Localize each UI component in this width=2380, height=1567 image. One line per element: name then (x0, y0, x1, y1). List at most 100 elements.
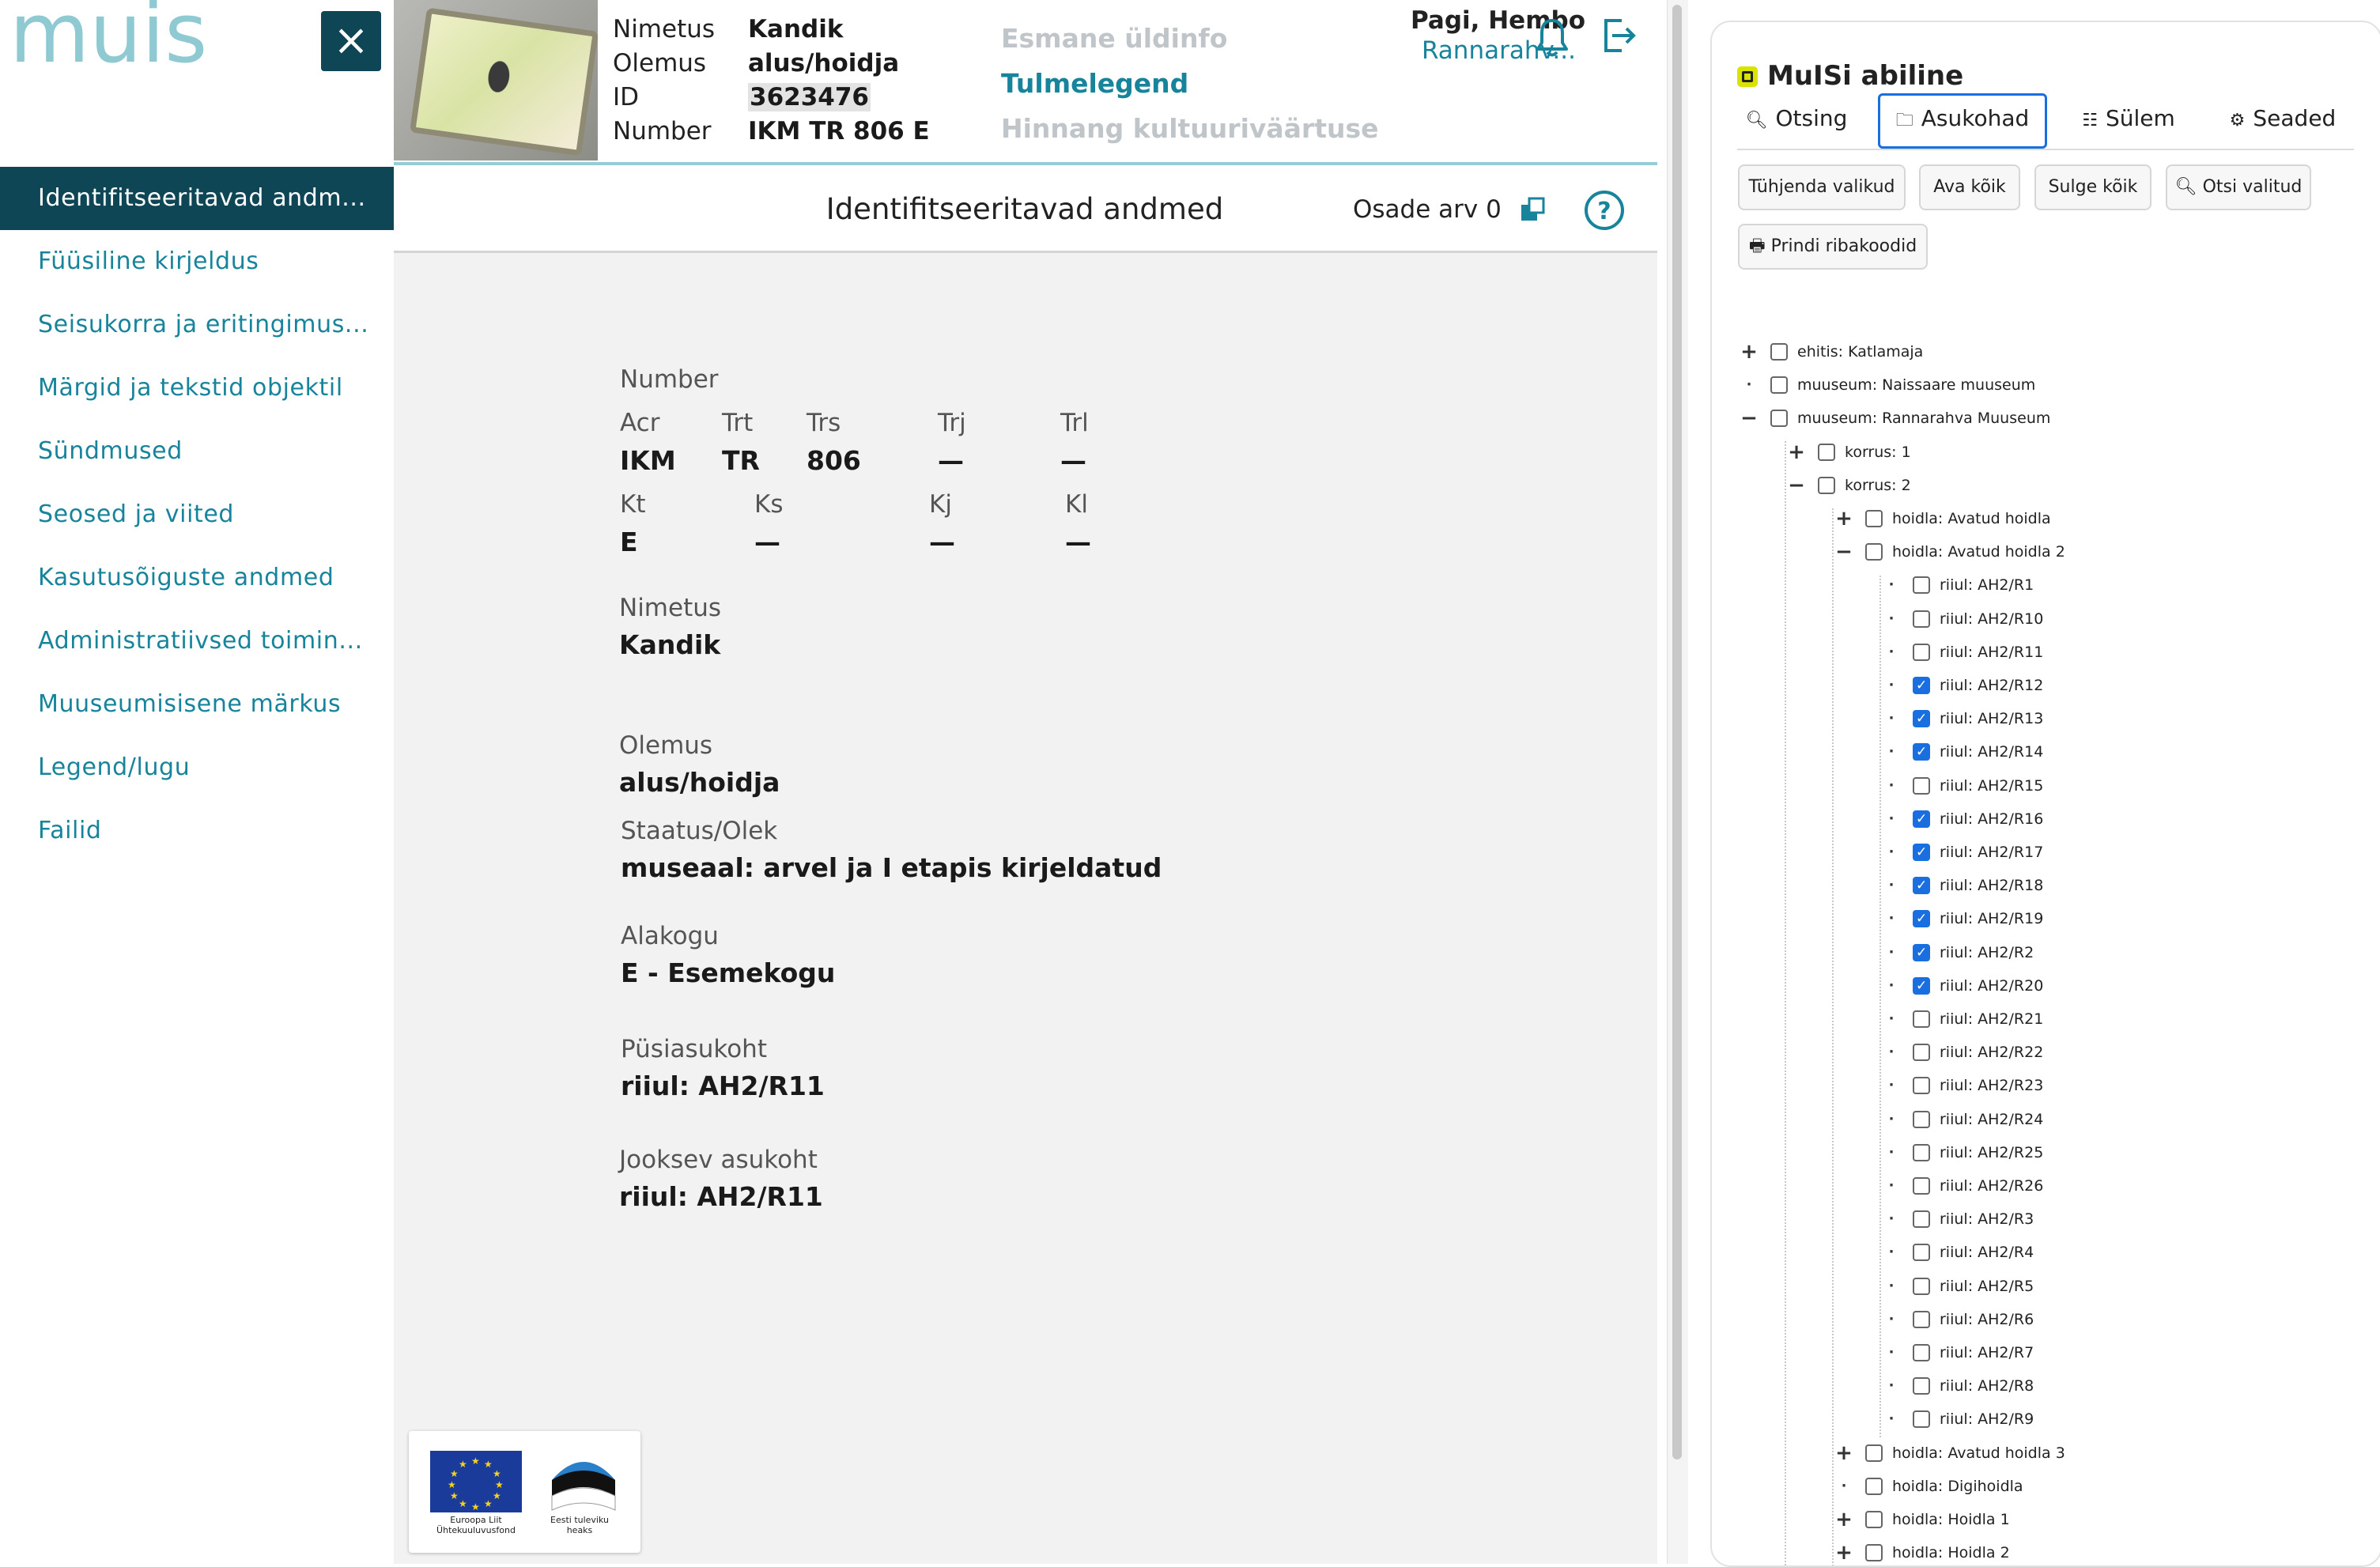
expand-icon[interactable]: + (1834, 502, 1854, 535)
sidebar-item-fuusiline[interactable]: Füüsiline kirjeldus (0, 230, 394, 293)
tree-checkbox[interactable] (1913, 576, 1930, 594)
tree-checkbox[interactable] (1913, 735, 1930, 768)
tree-checkbox[interactable] (1913, 1410, 1930, 1428)
number-label: Number (620, 365, 719, 394)
tab-sulem[interactable]: ☷ Sülem (2069, 93, 2188, 144)
tree-checkbox[interactable] (1913, 1278, 1930, 1295)
print-barcodes-button[interactable]: 🖶 Prindi ribakoodid (1738, 224, 1928, 270)
tree-checkbox[interactable] (1913, 936, 1930, 969)
magnifier-icon: 🔍︎ (2174, 177, 2197, 197)
tree-checkbox[interactable] (1913, 1077, 1930, 1094)
tree-checkbox[interactable] (1770, 343, 1788, 361)
collapse-icon[interactable]: − (1739, 402, 1759, 435)
tree-checkbox[interactable] (1865, 1444, 1883, 1462)
sidebar-item-markus[interactable]: Muuseumisisene märkus (0, 673, 394, 736)
sidebar-item-margid[interactable]: Märgid ja tekstid objektil (0, 357, 394, 420)
tree-checkbox[interactable] (1913, 1244, 1930, 1261)
sidebar-item-kasutusoigused[interactable]: Kasutusõiguste andmed (0, 546, 394, 610)
pusiasukoht-value: riiul: AH2/R11 (621, 1070, 825, 1101)
sidebar-item-seosed[interactable]: Seosed ja viited (0, 483, 394, 546)
expand-icon[interactable]: + (1786, 436, 1807, 469)
tree-checkbox[interactable] (1818, 477, 1835, 494)
tree-checkbox[interactable] (1865, 510, 1883, 527)
leaf-dot-icon: · (1888, 877, 1895, 893)
tree-checkbox[interactable] (1913, 1111, 1930, 1128)
tree-checkbox[interactable] (1913, 1044, 1930, 1061)
kl-value: — (1065, 527, 1091, 557)
tree-checkbox[interactable] (1865, 1544, 1883, 1561)
search-selected-button[interactable]: 🔍︎ Otsi valitud (2166, 164, 2311, 210)
tab-esmane-uldinfo[interactable]: Esmane üldinfo (1001, 16, 1379, 61)
tree-checkbox[interactable] (1818, 444, 1835, 461)
sidebar-item-legend[interactable]: Legend/lugu (0, 736, 394, 799)
tree-checkbox[interactable] (1913, 1210, 1930, 1228)
expand-icon[interactable]: + (1834, 1536, 1854, 1565)
tree-checkbox[interactable] (1913, 836, 1930, 869)
tab-hinnang[interactable]: Hinnang kultuuriväärtuse (1001, 106, 1379, 151)
bell-icon[interactable] (1535, 16, 1570, 59)
meta-values: Kandik alus/hoidja 3623476 IKM TR 806 E (748, 13, 930, 149)
tree-checkbox[interactable] (1913, 1010, 1930, 1028)
expand-icon[interactable]: + (1834, 1437, 1854, 1470)
tree-checkbox[interactable] (1865, 1478, 1883, 1495)
object-thumbnail[interactable] (394, 0, 598, 160)
tree-label: riiul: AH2/R17 (1940, 844, 2044, 861)
sidebar-item-sundmused[interactable]: Sündmused (0, 420, 394, 483)
parts-icon[interactable] (1520, 197, 1545, 222)
tree-checkbox[interactable] (1865, 1511, 1883, 1528)
tree-checkbox[interactable] (1913, 777, 1930, 795)
tab-otsing[interactable]: 🔍︎ Otsing (1737, 93, 1856, 144)
tree-label: riiul: AH2/R21 (1940, 1010, 2044, 1028)
tree-checkbox[interactable] (1913, 1377, 1930, 1395)
meta-value-id[interactable]: 3623476 (748, 83, 871, 111)
tree-checkbox[interactable] (1913, 802, 1930, 836)
funding-logos: ★ ★ ★ ★ ★ ★ ★ ★ ★ ★ ★ ★ Euroopa Liit Ühtekuuluvu… (409, 1431, 640, 1553)
leaf-dot-icon: · (1888, 1077, 1895, 1093)
svg-text:?: ? (1597, 198, 1611, 225)
tree-checkbox[interactable] (1770, 410, 1788, 427)
main-scrollbar[interactable] (1667, 0, 1688, 1564)
tab-seaded[interactable]: ⚙ Seaded (2212, 93, 2354, 144)
tree-label: riiul: AH2/R11 (1940, 644, 2044, 661)
tree-checkbox[interactable] (1913, 702, 1930, 735)
tree-checkbox[interactable] (1913, 1177, 1930, 1195)
tab-tulmelegend[interactable]: Tulmelegend (1001, 61, 1379, 106)
sidebar-item-seisukorra[interactable]: Seisukorra ja eritingimus... (0, 293, 394, 357)
tree-checkbox[interactable] (1913, 1144, 1930, 1161)
leaf-dot-icon: · (1888, 810, 1895, 827)
tree-checkbox[interactable] (1913, 610, 1930, 628)
alakogu-value: E - Esemekogu (621, 957, 836, 988)
leaf-dot-icon: · (1888, 1177, 1895, 1194)
kj-value: — (929, 527, 955, 557)
tree-checkbox[interactable] (1913, 902, 1930, 935)
help-icon[interactable]: ? (1583, 189, 1626, 232)
tree-checkbox[interactable] (1913, 669, 1930, 702)
expand-all-button[interactable]: Ava kõik (1919, 164, 2020, 210)
tree-checkbox[interactable] (1913, 1344, 1930, 1361)
tree-checkbox[interactable] (1913, 644, 1930, 661)
tree-label: hoidla: Hoidla 2 (1892, 1544, 2010, 1561)
muis-logo[interactable]: muis (9, 0, 223, 71)
collapse-all-button[interactable]: Sulge kõik (2034, 164, 2151, 210)
sidebar-item-identifitseeritavad[interactable]: Identifitseeritavad andm... (0, 167, 394, 230)
tree-label: riiul: AH2/R4 (1940, 1244, 2034, 1261)
logout-icon[interactable] (1601, 16, 1636, 55)
tree-checkbox[interactable] (1913, 1311, 1930, 1328)
leaf-dot-icon: · (1888, 1344, 1895, 1361)
close-button[interactable]: × (321, 11, 381, 71)
expand-icon[interactable]: + (1739, 335, 1759, 368)
collapse-icon[interactable]: − (1834, 535, 1854, 568)
sidebar-item-failid[interactable]: Failid (0, 799, 394, 863)
assistant-icon (1737, 66, 1758, 87)
tree-checkbox[interactable] (1865, 543, 1883, 561)
tab-asukohad[interactable]: 🗀 Asukohad (1878, 93, 2047, 149)
tree-checkbox[interactable] (1770, 376, 1788, 394)
tree-checkbox[interactable] (1913, 869, 1930, 902)
sidebar-item-administratiivsed[interactable]: Administratiivsed toimin... (0, 610, 394, 673)
collapse-icon[interactable]: − (1786, 469, 1807, 502)
gear-icon: ⚙ (2229, 111, 2246, 130)
expand-icon[interactable]: + (1834, 1503, 1854, 1536)
tree-checkbox[interactable] (1913, 969, 1930, 1003)
clear-selection-button[interactable]: Tühjenda valikud (1738, 164, 1906, 210)
tree-label: riiul: AH2/R8 (1940, 1377, 2034, 1395)
